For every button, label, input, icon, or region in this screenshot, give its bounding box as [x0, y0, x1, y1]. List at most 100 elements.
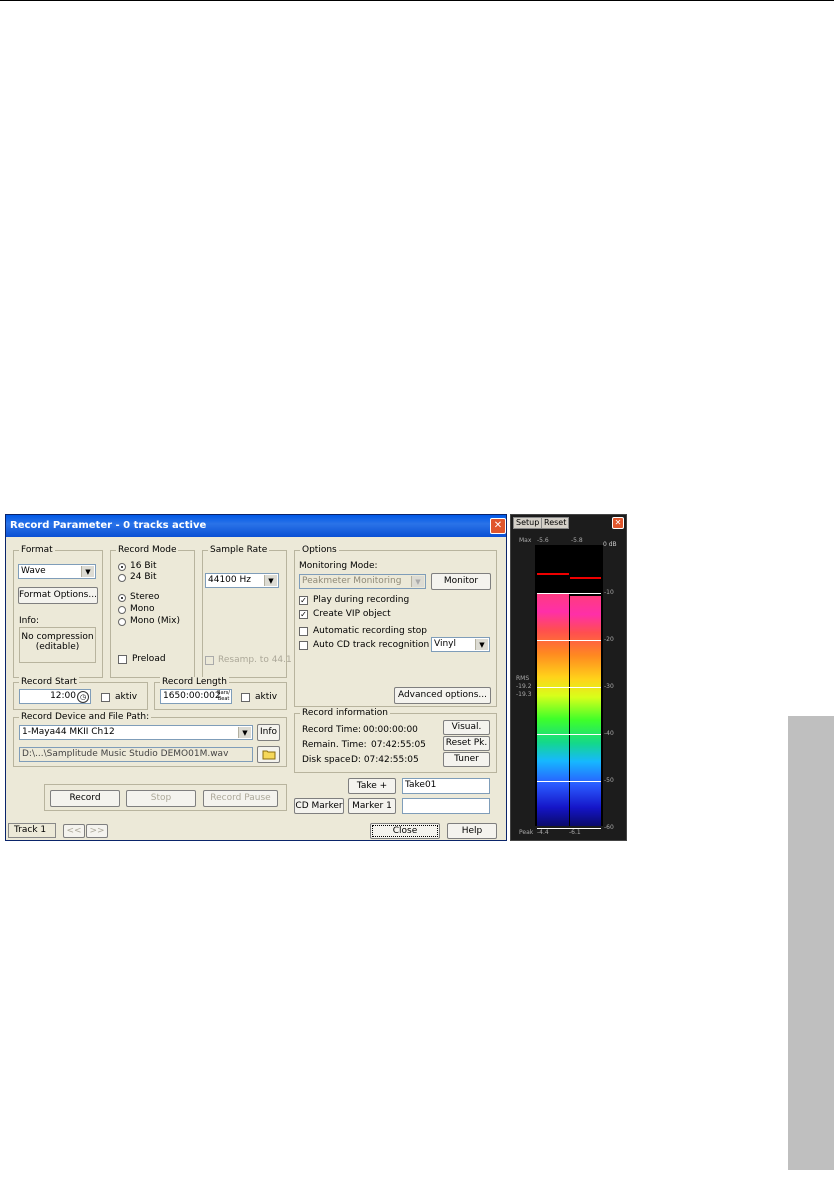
folder-icon [262, 750, 275, 760]
help-button[interactable]: Help [447, 823, 497, 839]
meter-gridline [537, 640, 601, 641]
label-mono-mix: Mono (Mix) [130, 616, 180, 626]
label-24bit: 24 Bit [130, 572, 157, 582]
cd-marker-button[interactable]: CD Marker [294, 798, 344, 814]
meter-close-icon[interactable]: ✕ [612, 517, 624, 529]
record-pause-button[interactable]: Record Pause [203, 790, 278, 807]
stop-button[interactable]: Stop [126, 790, 196, 807]
peak-meter-panel: Setup Reset ✕ Max -5.6 -5.8 0 dB RMS -19… [510, 514, 627, 841]
radio-16bit[interactable] [118, 563, 126, 571]
chevron-down-icon: ▼ [475, 639, 488, 650]
record-info-group-title: Record information [300, 708, 390, 718]
next-track-button[interactable]: >> [86, 824, 108, 838]
resamp-checkbox[interactable] [205, 656, 214, 665]
meter-max-left: -5.6 [537, 537, 549, 544]
take-name-input[interactable]: Take01 [402, 778, 490, 794]
chevron-down-icon: ▼ [411, 576, 424, 587]
meter-max-label: Max [519, 537, 532, 544]
visual-button[interactable]: Visual. [443, 720, 490, 735]
record-length-aktiv-checkbox[interactable] [241, 693, 250, 702]
prev-track-button[interactable]: << [63, 824, 85, 838]
meter-max-right: -5.8 [571, 537, 583, 544]
remain-time-label: Remain. Time: [302, 740, 367, 750]
auto-stop-label: Automatic recording stop [313, 626, 427, 636]
take-plus-button[interactable]: Take + [348, 778, 396, 794]
info-line2: (editable) [35, 642, 80, 652]
meter-tab-setup[interactable]: Setup [513, 517, 543, 529]
record-time-value: 00:00:00:00 [363, 725, 418, 735]
record-start-input[interactable]: 12:00 ◷ [19, 689, 91, 704]
meter-tab-reset[interactable]: Reset [541, 517, 570, 529]
format-select[interactable]: Wave ▼ [18, 564, 96, 579]
close-button[interactable]: Close [370, 823, 440, 839]
monitoring-mode-value: Peakmeter Monitoring [302, 576, 402, 586]
meter-gridline [537, 593, 601, 594]
meter-max-hold-left [537, 573, 569, 575]
device-info-button[interactable]: Info [257, 724, 280, 741]
monitor-button[interactable]: Monitor [431, 573, 491, 590]
meter-scale-label: -20 [604, 636, 614, 643]
advanced-options-button[interactable]: Advanced options... [394, 687, 491, 704]
page-top-rule [0, 0, 834, 1]
record-button[interactable]: Record [50, 790, 120, 807]
meter-0db: 0 dB [603, 541, 617, 548]
meter-peak-label: Peak [519, 829, 534, 836]
format-info-box: No compression (editable) [19, 627, 96, 663]
sample-rate-value: 44100 Hz [208, 575, 251, 585]
take-name-value: Take01 [405, 780, 437, 790]
preload-label: Preload [132, 654, 166, 664]
meter-bar-right [570, 596, 601, 826]
play-during-checkbox[interactable]: ✓ [299, 596, 308, 605]
meter-scale-label: -10 [604, 589, 614, 596]
disk-space-label: Disk space [302, 755, 351, 765]
radio-mono[interactable] [118, 606, 126, 614]
create-vip-checkbox[interactable]: ✓ [299, 610, 308, 619]
reset-peak-button[interactable]: Reset Pk. [443, 736, 490, 751]
meter-gridline [537, 781, 601, 782]
remain-time-value: 07:42:55:05 [371, 740, 426, 750]
format-select-value: Wave [21, 566, 46, 576]
record-mode-group-title: Record Mode [116, 545, 179, 555]
auto-cd-checkbox[interactable] [299, 641, 308, 650]
meter-rms-right: -19.3 [516, 691, 532, 698]
clock-icon[interactable]: ◷ [77, 691, 89, 703]
title-bar[interactable]: Record Parameter - 0 tracks active ✕ [6, 515, 506, 537]
radio-stereo[interactable] [118, 594, 126, 602]
format-options-button[interactable]: Format Options... [18, 587, 98, 604]
record-start-aktiv-checkbox[interactable] [101, 693, 110, 702]
close-icon[interactable]: ✕ [490, 518, 506, 534]
record-length-input[interactable]: 1650:00:002 Bars/ Beat [160, 689, 232, 704]
meter-peak-left: -4.4 [537, 829, 549, 836]
chevron-down-icon: ▼ [81, 566, 94, 577]
play-during-label: Play during recording [313, 595, 410, 605]
unit-bottom: Beat [217, 696, 230, 702]
meter-scale-label: -40 [604, 730, 614, 737]
file-path-field[interactable]: D:\...\Samplitude Music Studio DEMO01M.w… [19, 747, 253, 762]
sample-rate-select[interactable]: 44100 Hz ▼ [205, 573, 279, 588]
marker1-button[interactable]: Marker 1 [348, 798, 396, 814]
info-line1: No compression [21, 632, 94, 642]
meter-rms-label: RMS [516, 675, 530, 682]
preload-checkbox[interactable] [118, 655, 127, 664]
tuner-button[interactable]: Tuner [443, 752, 490, 767]
auto-stop-checkbox[interactable] [299, 627, 308, 636]
marker-name-input[interactable] [402, 798, 490, 814]
meter-scale-label: -50 [604, 777, 614, 784]
record-start-value: 12:00 [50, 691, 76, 701]
monitoring-mode-select[interactable]: Peakmeter Monitoring ▼ [299, 574, 426, 589]
record-start-aktiv-label: aktiv [115, 692, 138, 702]
track-label: Track 1 [8, 823, 56, 838]
vinyl-select[interactable]: Vinyl ▼ [431, 637, 490, 652]
radio-24bit[interactable] [118, 574, 126, 582]
meter-peak-right: -6.1 [569, 829, 581, 836]
record-time-label: Record Time: [302, 725, 362, 735]
radio-mono-mix[interactable] [118, 618, 126, 626]
record-device-select[interactable]: 1-Maya44 MKII Ch12 ▼ [19, 725, 253, 740]
record-length-group-title: Record Length [160, 677, 229, 687]
browse-folder-button[interactable] [257, 746, 280, 763]
record-length-value: 1650:00:002 [163, 691, 221, 701]
label-16bit: 16 Bit [130, 561, 157, 571]
create-vip-label: Create VIP object [313, 609, 391, 619]
auto-cd-label: Auto CD track recognition [313, 640, 430, 650]
meter-scale-label: -30 [604, 683, 614, 690]
